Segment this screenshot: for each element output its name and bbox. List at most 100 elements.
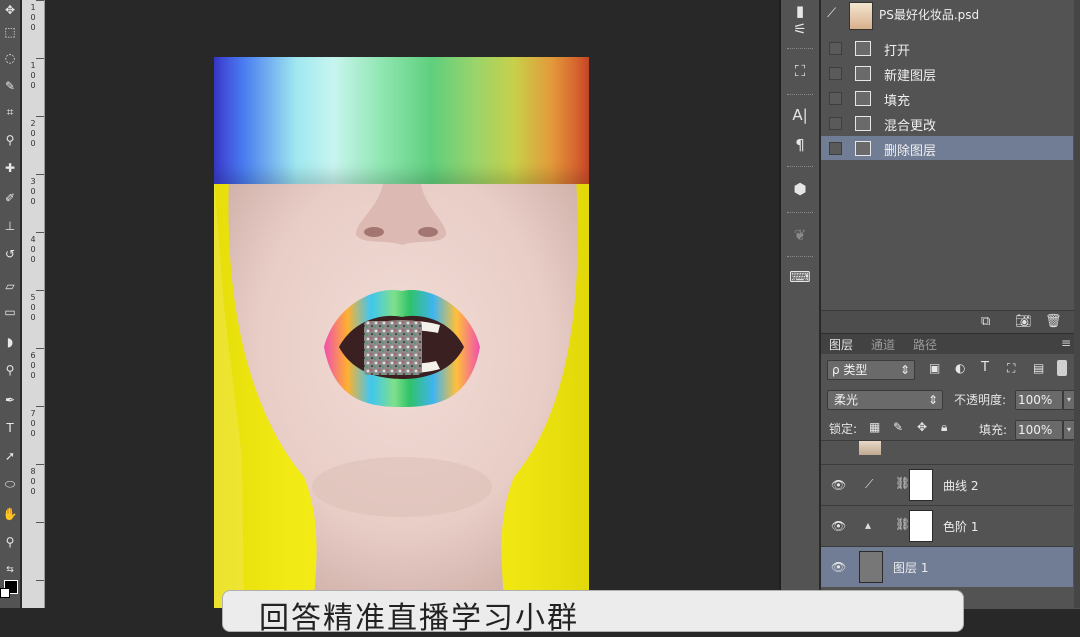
gradient-tool-icon[interactable]: ▭: [2, 304, 18, 320]
fill-input[interactable]: 100%: [1015, 420, 1063, 440]
panel-menu-icon[interactable]: ≡: [1061, 336, 1071, 350]
tab-channels[interactable]: 通道: [871, 336, 895, 353]
blend-mode-select[interactable]: 柔光 ⇕: [827, 390, 943, 410]
history-brush-source-checkbox[interactable]: [829, 67, 842, 80]
brush-tool-icon[interactable]: ✐: [2, 190, 18, 206]
hand-tool-icon[interactable]: ✋: [2, 506, 18, 522]
ruler-number: 0: [30, 245, 36, 254]
layer-visibility-eye-icon[interactable]: 👁︎: [831, 560, 846, 574]
tab-paths[interactable]: 路径: [913, 336, 937, 353]
lock-all-icon[interactable]: 🔒︎: [941, 420, 947, 435]
tab-layers[interactable]: 图层: [829, 336, 853, 353]
ruler-number: 0: [30, 13, 36, 22]
lock-position-icon[interactable]: ✥: [917, 420, 927, 434]
history-brush-source-icon[interactable]: ⟋: [827, 6, 836, 21]
quick-select-tool-icon[interactable]: ✎: [2, 78, 18, 94]
history-brush-source-checkbox[interactable]: [829, 92, 842, 105]
character-panel-icon[interactable]: A|: [787, 104, 813, 126]
ruler-tick: [36, 348, 44, 349]
ruler-tick: [36, 464, 44, 465]
panel-scrollbar[interactable]: [1074, 0, 1080, 608]
background-color-swatch[interactable]: [0, 588, 10, 598]
filter-smart-objects-icon[interactable]: ▤: [1033, 361, 1044, 375]
blur-tool-icon[interactable]: ◗: [2, 334, 18, 350]
ruler-number: 0: [30, 371, 36, 380]
history-state-icon: [855, 116, 871, 131]
opacity-label: 不透明度:: [954, 393, 1007, 407]
history-state-label: 删除图层: [884, 144, 937, 159]
history-state-row[interactable]: 填充: [821, 86, 1073, 110]
levels-adjustment-icon: ▴: [865, 518, 872, 532]
history-brush-tool-icon[interactable]: ↺: [2, 246, 18, 262]
layer-visibility-eye-icon[interactable]: 👁︎: [831, 478, 846, 492]
healing-brush-tool-icon[interactable]: ✚: [2, 160, 18, 176]
history-brush-source-checkbox[interactable]: [829, 117, 842, 130]
eraser-tool-icon[interactable]: ▱: [2, 278, 18, 294]
history-state-row[interactable]: 打开: [821, 36, 1073, 60]
history-state-row[interactable]: 混合更改: [821, 111, 1073, 135]
layers-panel: 图层 通道 路径 ≡ ρ 类型 ⇕ ▣ ◐ T ⛶ ▤ 柔光 ⇕ 不透明度: 1…: [821, 333, 1080, 609]
ruler-number: 8: [30, 467, 36, 476]
layer-name[interactable]: 图层 1: [893, 559, 928, 576]
move-tool-icon[interactable]: ✥: [2, 2, 18, 18]
type-tool-icon[interactable]: T: [2, 420, 18, 436]
delete-state-icon[interactable]: 🗑︎: [1045, 314, 1062, 329]
lasso-tool-icon[interactable]: ◌: [2, 50, 18, 66]
layer-name[interactable]: 色阶 1: [943, 518, 978, 535]
layer-visibility-eye-icon[interactable]: 👁︎: [831, 519, 846, 533]
filter-pixel-layers-icon[interactable]: ▣: [929, 361, 940, 375]
layer-row-clipped[interactable]: [821, 440, 1073, 463]
history-snapshot-row[interactable]: ⟋ PS最好化妆品.psd: [821, 0, 1080, 30]
create-snapshot-icon[interactable]: 📷︎: [1015, 314, 1032, 329]
crop-tool-icon[interactable]: ⌗: [2, 104, 18, 120]
layer-thumbnail[interactable]: [859, 551, 883, 583]
3d-panel-icon[interactable]: ⬢: [787, 178, 813, 200]
mask-link-chain-icon[interactable]: ⛓: [895, 476, 910, 490]
paragraph-panel-icon[interactable]: ¶: [787, 134, 813, 156]
layer-name[interactable]: 曲线 2: [943, 477, 978, 494]
shape-tool-icon[interactable]: ⬭: [2, 476, 18, 492]
dodge-tool-icon[interactable]: ⚲: [2, 362, 18, 378]
lock-transparent-pixels-icon[interactable]: ▦: [869, 420, 880, 434]
layer-mask-thumbnail[interactable]: [909, 510, 933, 542]
ruler-number: 0: [30, 81, 36, 90]
eyedropper-tool-icon[interactable]: ⚲: [2, 132, 18, 148]
adjustments-sliders-icon[interactable]: ⚟: [787, 18, 813, 40]
path-select-tool-icon[interactable]: ➚: [2, 448, 18, 464]
filter-adjustment-layers-icon[interactable]: ◐: [955, 361, 965, 375]
opacity-input[interactable]: 100%: [1015, 390, 1063, 410]
lock-image-pixels-icon[interactable]: ✎: [893, 420, 903, 434]
document-file-name: PS最好化妆品.psd: [879, 8, 980, 22]
history-state-label: 打开: [884, 44, 911, 59]
document-canvas[interactable]: [214, 57, 589, 608]
snapshot-thumbnail: [849, 2, 873, 30]
history-state-row[interactable]: 新建图层: [821, 61, 1073, 85]
swap-colors-icon[interactable]: ⇆: [2, 562, 18, 578]
zoom-tool-icon[interactable]: ⚲: [2, 534, 18, 550]
styles-panel-icon[interactable]: ⌨: [787, 266, 813, 288]
clone-stamp-tool-icon[interactable]: ⊥: [2, 218, 18, 234]
filter-toggle-switch[interactable]: [1057, 360, 1067, 376]
history-brush-source-checkbox[interactable]: [829, 42, 842, 55]
ruler-number: 0: [30, 477, 36, 486]
pen-tool-icon[interactable]: ✒: [2, 392, 18, 408]
video-subtitle-box: 回答精准直播学习小群: [222, 590, 964, 636]
navigator-icon[interactable]: ⛶: [787, 60, 813, 82]
ruler-tick: [36, 580, 44, 581]
layer-thumbnail: [859, 441, 881, 455]
mask-link-chain-icon[interactable]: ⛓: [895, 517, 910, 531]
layer-row[interactable]: 👁︎ ⟋ ⛓ 曲线 2: [821, 464, 1073, 505]
subtitle-text: 回答精准直播学习小群: [259, 601, 579, 636]
layer-filter-kind-select[interactable]: ρ 类型 ⇕: [827, 360, 915, 380]
filter-shape-layers-icon[interactable]: ⛶: [1007, 361, 1015, 376]
properties-panel-icon[interactable]: ❦: [787, 224, 813, 246]
layer-row[interactable]: 👁︎ ▴ ⛓ 色阶 1: [821, 505, 1073, 546]
layer-row[interactable]: 👁︎ 图层 1: [821, 546, 1073, 587]
new-document-from-state-icon[interactable]: ⧉: [981, 314, 990, 329]
marquee-tool-icon[interactable]: ⬚: [2, 24, 18, 40]
history-state-row[interactable]: 删除图层: [821, 136, 1073, 160]
layer-mask-thumbnail[interactable]: [909, 469, 933, 501]
filter-type-layers-icon[interactable]: T: [981, 360, 989, 375]
history-brush-source-checkbox[interactable]: [829, 142, 842, 155]
ruler-number: 7: [30, 409, 36, 418]
